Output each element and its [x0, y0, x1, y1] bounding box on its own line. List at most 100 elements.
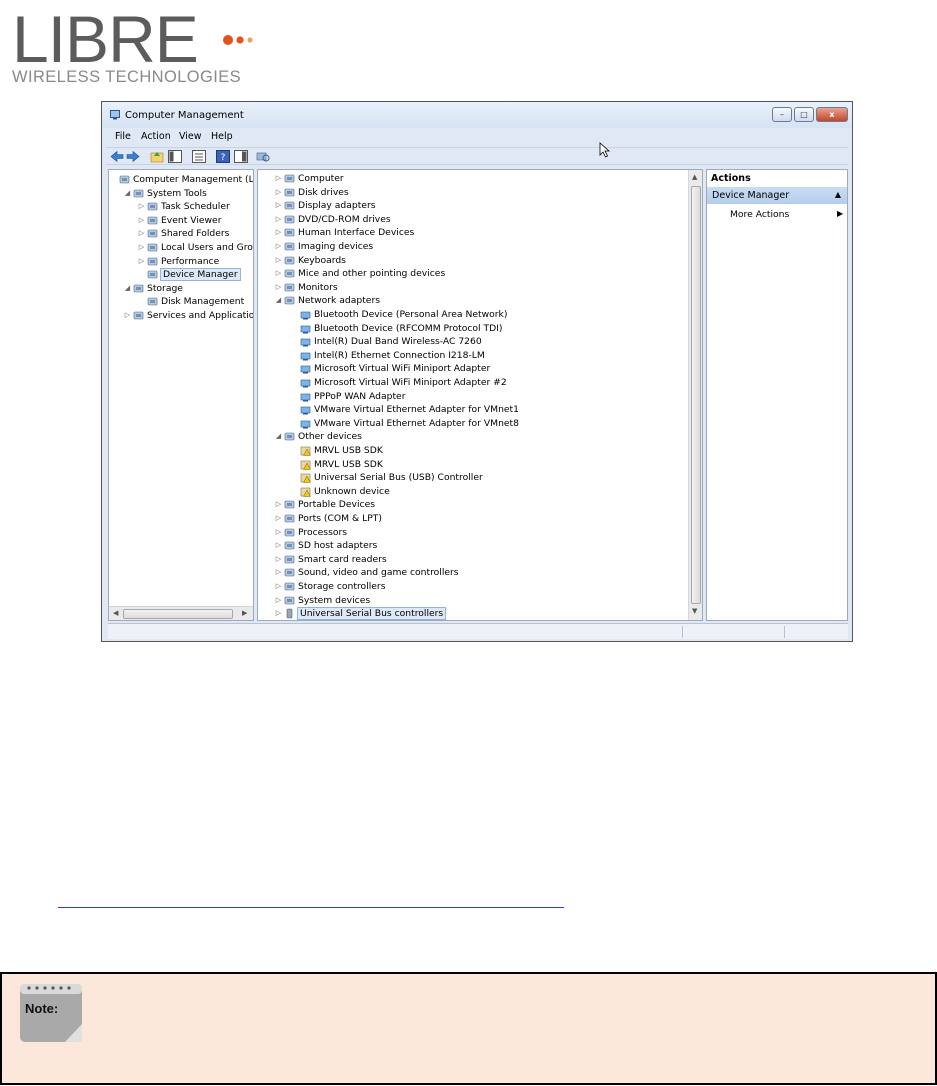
expand-arrow-icon[interactable]: ▷ — [274, 526, 283, 539]
device-category[interactable]: ▷ Sound, video and game controllers — [274, 566, 459, 579]
scroll-down-icon[interactable]: ▼ — [692, 607, 697, 615]
expand-arrow-icon[interactable]: ▷ — [274, 186, 283, 199]
device-category[interactable]: ▷ Portable Devices — [274, 498, 375, 511]
device-item[interactable]: VMware Virtual Ethernet Adapter for VMne… — [290, 403, 519, 416]
device-item[interactable]: MRVL USB SDK — [290, 444, 383, 457]
tree-item[interactable]: ▷ Services and Applications — [123, 309, 253, 322]
device-item[interactable]: Bluetooth Device (Personal Area Network) — [290, 308, 507, 321]
device-category[interactable]: ▷ System devices — [274, 594, 370, 607]
scroll-up-icon[interactable]: ▲ — [692, 173, 697, 181]
expand-arrow-icon[interactable]: ▷ — [274, 553, 283, 566]
collapse-arrow-icon[interactable]: ◢ — [274, 430, 283, 443]
expand-arrow-icon[interactable]: ▷ — [137, 241, 146, 254]
tree-item[interactable]: ◢ System Tools — [123, 187, 207, 200]
device-category[interactable]: ◢ Other devices — [274, 430, 362, 443]
device-category[interactable]: ▷ Disk drives — [274, 186, 349, 199]
expand-arrow-icon[interactable]: ▷ — [274, 172, 283, 185]
forward-arrow-icon[interactable] — [126, 150, 140, 163]
menu-help[interactable]: Help — [211, 131, 233, 142]
expand-arrow-icon[interactable]: ▷ — [274, 539, 283, 552]
show-hide-tree-icon[interactable] — [168, 150, 182, 163]
expand-arrow-icon[interactable]: ▷ — [274, 213, 283, 226]
device-item[interactable]: MRVL USB SDK — [290, 458, 383, 471]
expand-arrow-icon[interactable]: ▷ — [274, 199, 283, 212]
device-category[interactable]: ▷ Display adapters — [274, 199, 376, 212]
tree-item[interactable]: ◢ Storage — [123, 282, 183, 295]
tree-item[interactable]: ▷ Event Viewer — [137, 214, 222, 227]
device-item[interactable]: Unknown device — [290, 485, 390, 498]
device-category[interactable]: ▷ Human Interface Devices — [274, 226, 415, 239]
expand-arrow-icon[interactable]: ▷ — [274, 254, 283, 267]
device-category[interactable]: ▷ Monitors — [274, 281, 338, 294]
device-item[interactable]: Intel(R) Ethernet Connection I218-LM — [290, 349, 485, 362]
back-arrow-icon[interactable] — [110, 150, 124, 163]
tree-item[interactable]: ▷ Shared Folders — [137, 227, 230, 240]
tree-item[interactable]: ▷ Local Users and Groups — [137, 241, 253, 254]
expand-arrow-icon[interactable]: ▷ — [274, 267, 283, 280]
tree-item[interactable]: Device Manager — [137, 268, 241, 282]
collapse-arrow-icon[interactable]: ◢ — [123, 282, 132, 295]
scroll-left-icon[interactable]: ◀ — [113, 609, 118, 617]
device-item[interactable]: Intel(R) Dual Band Wireless-AC 7260 — [290, 335, 482, 348]
device-item[interactable]: PPPoP WAN Adapter — [290, 390, 405, 403]
device-category[interactable]: ▷ Smart card readers — [274, 553, 387, 566]
device-category[interactable]: ▷ Storage controllers — [274, 580, 386, 593]
menu-action[interactable]: Action — [141, 131, 171, 142]
device-item[interactable]: Bluetooth Device (RFCOMM Protocol TDI) — [290, 322, 502, 335]
expand-arrow-icon[interactable]: ▷ — [274, 512, 283, 525]
expand-arrow-icon[interactable]: ▷ — [274, 607, 283, 620]
collapse-arrow-icon[interactable]: ◢ — [274, 294, 283, 307]
expand-arrow-icon[interactable]: ▷ — [274, 281, 283, 294]
device-category[interactable]: ▷ Mice and other pointing devices — [274, 267, 445, 280]
device-item[interactable]: VMware Virtual Ethernet Adapter for VMne… — [290, 417, 519, 430]
tree-item[interactable]: ▷ Task Scheduler — [137, 200, 230, 213]
device-item[interactable]: Universal Serial Bus (USB) Controller — [290, 471, 483, 484]
expand-arrow-icon[interactable]: ▷ — [137, 214, 146, 227]
expand-arrow-icon[interactable]: ▷ — [274, 580, 283, 593]
title-bar[interactable]: Computer Management – □ x — [102, 102, 852, 128]
device-category[interactable]: ▷ DVD/CD-ROM drives — [274, 213, 391, 226]
expand-arrow-icon[interactable]: ▷ — [137, 200, 146, 213]
expand-arrow-icon[interactable]: ▷ — [137, 227, 146, 240]
actions-section-device-manager[interactable]: Device Manager ▲ — [707, 187, 847, 204]
more-actions-item[interactable]: More Actions — [730, 209, 789, 220]
close-button[interactable]: x — [816, 107, 848, 122]
tree-item[interactable]: Disk Management — [137, 295, 244, 308]
device-category[interactable]: ▷ Imaging devices — [274, 240, 373, 253]
expand-arrow-icon[interactable]: ▷ — [274, 240, 283, 253]
device-category[interactable]: ▷ Universal Serial Bus controllers — [274, 607, 447, 620]
properties-icon[interactable] — [192, 150, 206, 163]
horizontal-scrollbar[interactable]: ◀ ▶ — [109, 606, 253, 620]
expand-arrow-icon[interactable]: ▷ — [123, 309, 132, 322]
collapse-icon[interactable]: ▲ — [835, 190, 841, 199]
maximize-button[interactable]: □ — [794, 107, 814, 122]
device-category[interactable]: ▷ Ports (COM & LPT) — [274, 512, 382, 525]
expand-arrow-icon[interactable]: ▷ — [274, 594, 283, 607]
action-pane-icon[interactable] — [234, 150, 248, 163]
scan-hardware-icon[interactable] — [256, 150, 270, 163]
hyperlink-underline[interactable] — [58, 907, 564, 908]
device-category[interactable]: ▷ Computer — [274, 172, 344, 185]
tree-item[interactable]: ▷ Performance — [137, 255, 219, 268]
expand-arrow-icon[interactable]: ▷ — [274, 226, 283, 239]
expand-arrow-icon[interactable]: ▷ — [274, 498, 283, 511]
device-item[interactable]: Microsoft Virtual WiFi Miniport Adapter — [290, 362, 490, 375]
minimize-button[interactable]: – — [772, 107, 792, 122]
expand-arrow-icon[interactable]: ▷ — [137, 255, 146, 268]
collapse-arrow-icon[interactable]: ◢ — [123, 187, 132, 200]
expand-arrow-icon[interactable]: ▷ — [274, 566, 283, 579]
tree-item[interactable]: Computer Management (Local — [109, 173, 253, 186]
menu-file[interactable]: File — [115, 131, 131, 142]
scrollbar-thumb[interactable] — [123, 609, 233, 619]
up-folder-icon[interactable] — [150, 150, 164, 163]
scrollbar-thumb[interactable] — [691, 186, 701, 604]
device-category[interactable]: ▷ Processors — [274, 526, 347, 539]
menu-view[interactable]: View — [179, 131, 202, 142]
vertical-scrollbar[interactable]: ▲ ▼ — [688, 170, 702, 620]
device-category[interactable]: ▷ SD host adapters — [274, 539, 378, 552]
scroll-right-icon[interactable]: ▶ — [242, 609, 247, 617]
help-icon[interactable]: ? — [216, 150, 230, 163]
device-category[interactable]: ◢ Network adapters — [274, 294, 380, 307]
device-category[interactable]: ▷ Keyboards — [274, 254, 346, 267]
device-item[interactable]: Microsoft Virtual WiFi Miniport Adapter … — [290, 376, 507, 389]
